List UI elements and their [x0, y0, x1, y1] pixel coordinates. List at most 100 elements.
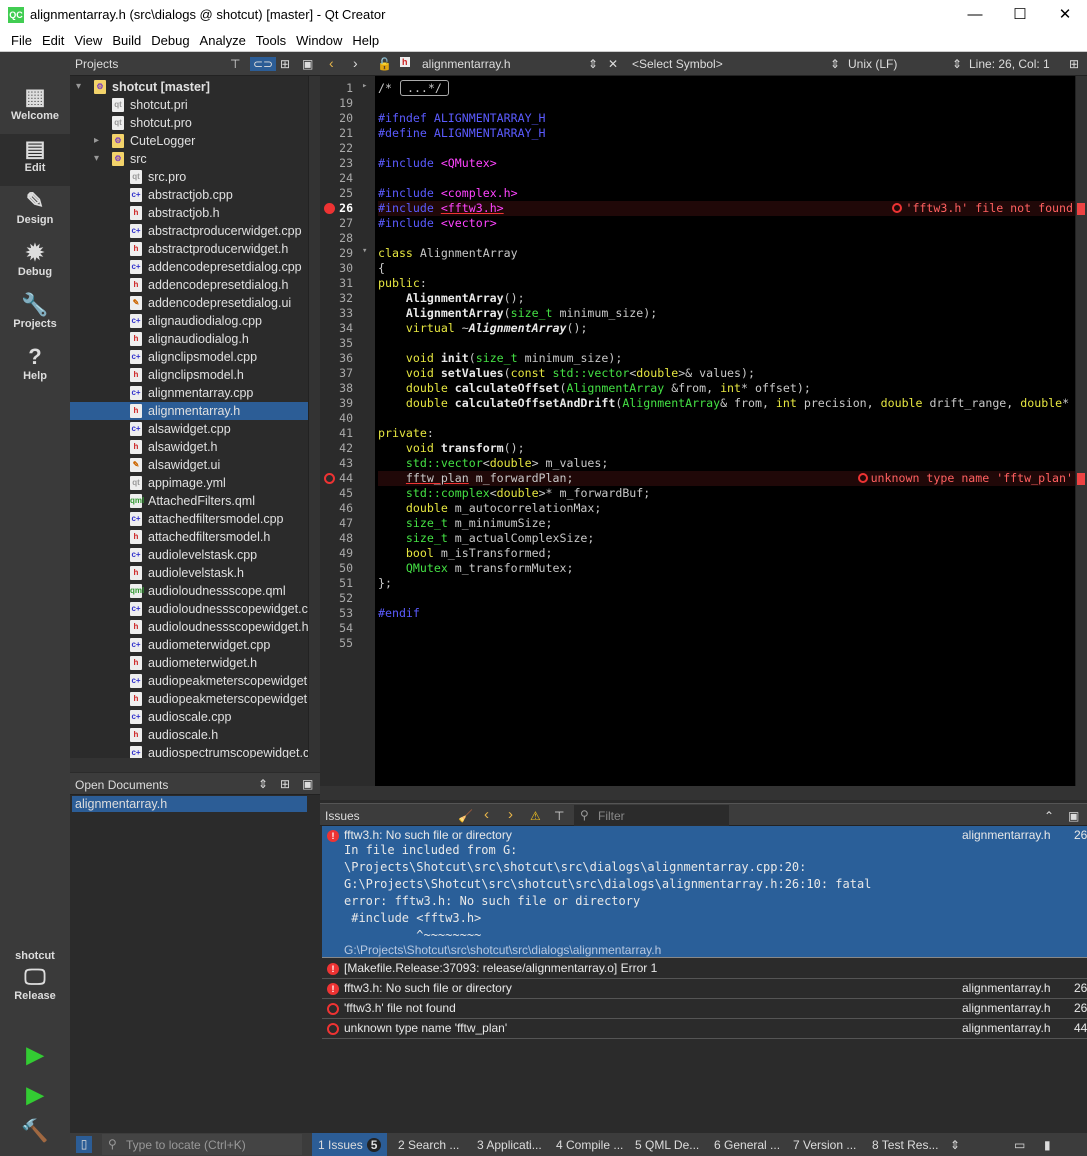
maximize-button[interactable]: ☐	[1000, 4, 1040, 26]
tree-item[interactable]: ▸ ⚙ CuteLogger	[70, 132, 308, 150]
sort-arrows-icon[interactable]: ⇕	[950, 1138, 960, 1152]
open-document-item[interactable]: alignmentarray.h	[72, 796, 307, 812]
output-tab-4[interactable]: 4 Compile ...	[550, 1133, 629, 1156]
tree-item[interactable]: c+ abstractjob.cpp	[70, 186, 308, 204]
code-line[interactable]	[378, 141, 1075, 156]
tree-item[interactable]: ▾ ⚙ src	[70, 150, 308, 168]
code-line[interactable]: #include <QMutex>	[378, 156, 1075, 171]
tree-item[interactable]: c+ alignclipsmodel.cpp	[70, 348, 308, 366]
code-line[interactable]: void init(size_t minimum_size);	[378, 351, 1075, 366]
forward-arrow-icon[interactable]: ›	[353, 55, 358, 71]
tree-item[interactable]: c+ alignaudiodialog.cpp	[70, 312, 308, 330]
code-line[interactable]: public:	[378, 276, 1075, 291]
project-tree-scrollbar[interactable]	[308, 76, 320, 758]
close-pane-icon[interactable]: ▣	[302, 777, 313, 791]
code-line[interactable]: virtual ~AlignmentArray();	[378, 321, 1075, 336]
code-line[interactable]	[378, 171, 1075, 186]
issue-row[interactable]: ! [Makefile.Release:37093: release/alignm…	[322, 959, 1087, 979]
debug-run-button[interactable]: ▶	[0, 1082, 70, 1118]
expand-arrow-icon[interactable]: ▾	[94, 150, 99, 168]
code-line[interactable]	[378, 411, 1075, 426]
prev-issue-icon[interactable]: ‹	[484, 806, 489, 823]
toggle-output-icon[interactable]: ▮	[1044, 1138, 1051, 1152]
menu-analyze[interactable]: Analyze	[195, 30, 251, 51]
tree-item[interactable]: h abstractjob.h	[70, 204, 308, 222]
issue-path[interactable]: G:\Projects\Shotcut\src\shotcut\src\dial…	[344, 943, 661, 957]
tree-item[interactable]: c+ audiopeakmeterscopewidget.cpp	[70, 672, 308, 690]
tree-item[interactable]: c+ abstractproducerwidget.cpp	[70, 222, 308, 240]
code-line[interactable]: QMutex m_transformMutex;	[378, 561, 1075, 576]
expand-arrow-icon[interactable]: ▸	[94, 132, 99, 150]
code-line[interactable]: class AlignmentArray	[378, 246, 1075, 261]
tree-item[interactable]: c+ alignmentarray.cpp	[70, 384, 308, 402]
code-line[interactable]: double calculateOffset(AlignmentArray &f…	[378, 381, 1075, 396]
close-pane-icon[interactable]: ▣	[302, 57, 313, 71]
issue-file[interactable]: alignmentarray.h	[962, 981, 1051, 995]
code-line[interactable]	[378, 231, 1075, 246]
tree-item[interactable]: c+ audioscale.cpp	[70, 708, 308, 726]
tree-item[interactable]: qml AttachedFilters.qml	[70, 492, 308, 510]
tree-item[interactable]: qt appimage.yml	[70, 474, 308, 492]
close-pane-icon[interactable]: ▣	[1068, 809, 1079, 823]
code-line[interactable]: std::vector<double> m_values;	[378, 456, 1075, 471]
tree-item[interactable]: ✎ addencodepresetdialog.ui	[70, 294, 308, 312]
code-line[interactable]: private:	[378, 426, 1075, 441]
sort-arrows-icon[interactable]: ⇕	[258, 777, 268, 791]
mode-design[interactable]: ✎ Design	[0, 186, 70, 238]
tree-item[interactable]: h audioscale.h	[70, 726, 308, 744]
tree-item[interactable]: c+ attachedfiltersmodel.cpp	[70, 510, 308, 528]
warning-toggle-icon[interactable]: ⚠	[530, 809, 541, 823]
tree-item[interactable]: c+ alsawidget.cpp	[70, 420, 308, 438]
menu-file[interactable]: File	[6, 30, 37, 51]
kit-selector[interactable]: shotcut 🖵 Release	[0, 950, 70, 1020]
close-button[interactable]: ✕	[1045, 4, 1085, 26]
code-line[interactable]: #define ALIGNMENTARRAY_H	[378, 126, 1075, 141]
tree-item[interactable]: c+ audiometerwidget.cpp	[70, 636, 308, 654]
issue-row[interactable]: ! fftw3.h: No such file or directory align…	[322, 979, 1087, 999]
locator-input[interactable]: ⚲ Type to locate (Ctrl+K)	[102, 1134, 302, 1155]
tree-item[interactable]: h addencodepresetdialog.h	[70, 276, 308, 294]
code-line[interactable]: /* ...*/	[378, 80, 1075, 96]
code-line[interactable]: double m_autocorrelationMax;	[378, 501, 1075, 516]
tree-item[interactable]: h alignmentarray.h	[70, 402, 308, 420]
output-tab-5[interactable]: 5 QML De...	[629, 1133, 705, 1156]
issue-file[interactable]: alignmentarray.h	[962, 828, 1051, 842]
issue-row[interactable]: 'fftw3.h' file not found alignmentarray.h…	[322, 999, 1087, 1019]
tree-item[interactable]: c+ audiospectrumscopewidget.cpp	[70, 744, 308, 758]
tree-item[interactable]: h alignaudiodialog.h	[70, 330, 308, 348]
expand-arrow-icon[interactable]: ▾	[76, 78, 81, 96]
filter-icon[interactable]: ⊤	[554, 809, 564, 823]
issues-filter-input[interactable]: ⚲ Filter	[574, 805, 729, 826]
tree-item[interactable]: h audiometerwidget.h	[70, 654, 308, 672]
tree-item[interactable]: c+ audioloudnessscopewidget.cpp	[70, 600, 308, 618]
code-line[interactable]: fftw_plan m_forwardPlan; unknown type nam…	[378, 471, 1075, 486]
tree-item[interactable]: h alsawidget.h	[70, 438, 308, 456]
build-button[interactable]: 🔨	[0, 1118, 70, 1154]
code-line[interactable]	[378, 336, 1075, 351]
split-icon[interactable]: ⊞	[280, 777, 290, 791]
tree-item[interactable]: h alignclipsmodel.h	[70, 366, 308, 384]
editor-hscrollbar[interactable]	[320, 786, 1087, 800]
toggle-sidebar-icon[interactable]: ▯	[76, 1136, 92, 1153]
tree-item[interactable]: ✎ alsawidget.ui	[70, 456, 308, 474]
code-line[interactable]: void setValues(const std::vector<double>…	[378, 366, 1075, 381]
code-line[interactable]: size_t m_minimumSize;	[378, 516, 1075, 531]
tree-item[interactable]: h attachedfiltersmodel.h	[70, 528, 308, 546]
split-icon[interactable]: ⊞	[280, 57, 290, 71]
code-line[interactable]	[378, 96, 1075, 111]
tree-item[interactable]: qml audioloudnessscope.qml	[70, 582, 308, 600]
split-icon[interactable]: ⊞	[1069, 57, 1079, 71]
error-marker-icon[interactable]	[324, 473, 335, 484]
code-line[interactable]: AlignmentArray();	[378, 291, 1075, 306]
filter-icon[interactable]: ⊤	[230, 57, 240, 71]
fold-arrow-icon[interactable]: ▾	[362, 246, 367, 256]
mode-help[interactable]: ? Help	[0, 342, 70, 394]
minimize-button[interactable]: —	[955, 4, 995, 26]
code-line[interactable]: {	[378, 261, 1075, 276]
output-tab-6[interactable]: 6 General ...	[708, 1133, 786, 1156]
tree-item[interactable]: h audiolevelstask.h	[70, 564, 308, 582]
code-editor[interactable]: 1 ▸ 19 20 21 22 23 24 25 26 27 28 29 ▾ 30 31 32 33 34 35 36 3…	[320, 76, 1075, 786]
tree-item[interactable]: qt shotcut.pro	[70, 114, 308, 132]
maximize-pane-icon[interactable]: ⌃	[1044, 809, 1054, 823]
output-tab-7[interactable]: 7 Version ...	[787, 1133, 862, 1156]
